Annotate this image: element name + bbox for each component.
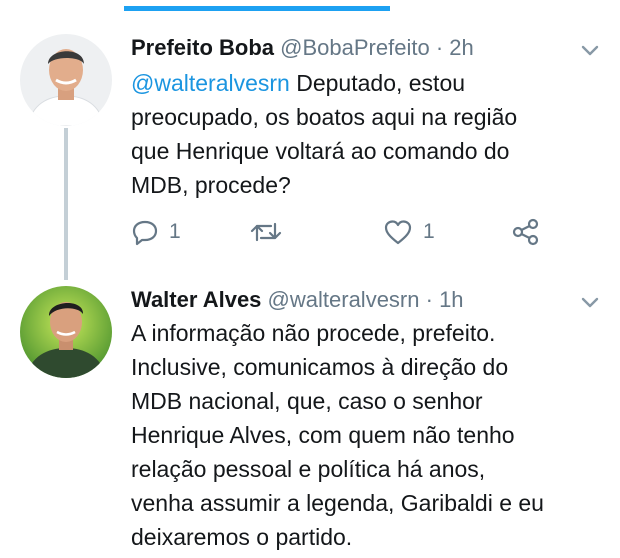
reply-button[interactable]: 1: [131, 214, 181, 250]
separator-dot: ·: [425, 287, 433, 312]
text-line: preocupado, os boatos aqui na região: [131, 104, 518, 130]
text-line: Inclusive, comunicamos à direção do: [131, 354, 509, 380]
chevron-down-icon[interactable]: [578, 38, 602, 62]
like-count: 1: [423, 220, 435, 243]
user-handle[interactable]: @walteralvesrn: [268, 287, 420, 312]
tab-bar: [0, 0, 620, 14]
separator-dot: ·: [435, 35, 444, 60]
reply-count: 1: [169, 220, 181, 243]
tweet-actions: 1 1: [131, 214, 591, 250]
active-tab-indicator: [124, 6, 390, 11]
avatar-walter-alves[interactable]: [20, 286, 112, 378]
tweet-header: Prefeito Boba @BobaPrefeito · 2h: [131, 34, 474, 62]
display-name[interactable]: Walter Alves: [131, 287, 261, 312]
reply-icon: [132, 220, 158, 246]
text-line: venha assumir a legenda, Garibaldi e eu: [131, 490, 544, 516]
text-line: A informação não procede, prefeito.: [131, 320, 496, 346]
text-line: que Henrique voltará ao comando do: [131, 138, 510, 164]
share-button[interactable]: [511, 214, 541, 250]
display-name[interactable]: Prefeito Boba: [131, 35, 274, 60]
timestamp[interactable]: 1h: [439, 287, 463, 312]
text-line: relação pessoal e política há anos,: [131, 456, 486, 482]
retweet-button[interactable]: [249, 214, 283, 250]
timestamp[interactable]: 2h: [449, 35, 473, 60]
mention-link[interactable]: @walteralvesrn: [131, 70, 290, 96]
chevron-down-icon[interactable]: [578, 290, 602, 314]
text-line: MDB, procede?: [131, 172, 291, 198]
like-button[interactable]: 1: [383, 214, 435, 250]
tweet-text: A informação não procede, prefeito. Incl…: [131, 316, 601, 554]
text-line: Henrique Alves, com quem não tenho: [131, 422, 515, 448]
like-icon: [384, 220, 412, 245]
tweet-header: Walter Alves @walteralvesrn · 1h: [131, 286, 464, 314]
tweet-text: @walteralvesrn Deputado, estou preocupad…: [131, 66, 601, 202]
avatar-prefeito-boba[interactable]: [20, 34, 112, 126]
text-line: deixaremos o partido.: [131, 524, 353, 550]
user-handle[interactable]: @BobaPrefeito: [280, 35, 430, 60]
text-line: Deputado, estou: [296, 70, 466, 96]
text-line: MDB nacional, que, caso o senhor: [131, 388, 483, 414]
retweet-icon: [250, 222, 282, 242]
share-icon: [512, 218, 539, 246]
thread-connector: [64, 128, 68, 280]
